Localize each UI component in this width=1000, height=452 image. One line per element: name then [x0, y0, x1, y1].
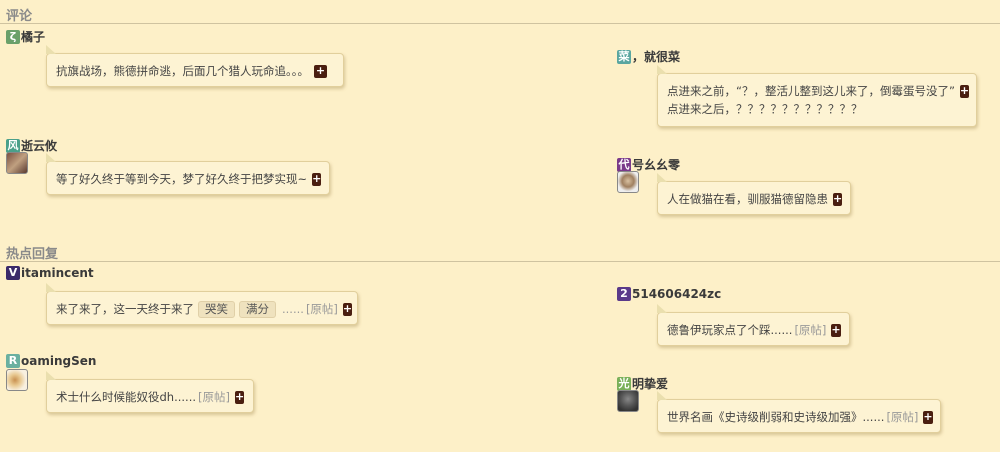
reply-bubble: 世界名画《史诗级削弱和史诗级加强》...... [原帖] + [657, 391, 941, 433]
plus-icon[interactable]: + [923, 410, 933, 424]
section-divider [0, 261, 1000, 262]
comment-text: 人在做猫在看，驯服猫德留隐患 [667, 192, 828, 206]
avatar[interactable] [6, 369, 28, 391]
user-badge: ζ [6, 29, 20, 44]
original-post-link[interactable]: [原帖] [794, 321, 826, 339]
reply-text: 术士什么时候能奴役dh...... [56, 390, 197, 404]
comment-text-line1: 点进来之前，“？，整活儿整到这儿来了，倒霉蛋号没了” [667, 84, 955, 98]
section-title-hot-replies: 热点回复 [6, 247, 59, 262]
plus-icon[interactable]: + [312, 172, 322, 186]
reply-text: 来了来了，这一天终于来了 [56, 302, 194, 316]
reply-bubble: 术士什么时候能奴役dh...... [原帖] + [46, 371, 254, 413]
user-badge: 光 [617, 376, 631, 391]
plus-icon[interactable]: + [342, 302, 353, 316]
avatar[interactable] [617, 171, 639, 193]
plus-icon[interactable]: + [831, 323, 841, 337]
reply-text: 世界名画《史诗级削弱和史诗级加强》...... [667, 410, 885, 424]
user-name-roamingsen[interactable]: R oamingSen [6, 354, 96, 368]
reply-text: 德鲁伊玩家点了个踩...... [667, 323, 793, 337]
user-badge: 代 [617, 157, 631, 172]
username: 号幺幺零 [632, 158, 681, 172]
plus-icon[interactable]: + [959, 84, 970, 98]
user-name-vitamincent[interactable]: V itamincent [6, 266, 94, 280]
user-name-jiuhencai[interactable]: 菜 ，就很菜 [617, 48, 680, 65]
username: itamincent [21, 266, 94, 280]
comment-text: 等了好久终于等到今天，梦了好久终于把梦实现~ [56, 172, 308, 186]
plus-icon[interactable]: + [314, 64, 327, 78]
user-name-orange[interactable]: ζ 橘子 [6, 28, 45, 45]
username: ，就很菜 [632, 50, 681, 64]
original-post-link[interactable]: [原帖] [306, 300, 338, 318]
user-badge: 菜 [617, 49, 631, 64]
user-badge: 风 [6, 138, 20, 153]
original-post-link[interactable]: [原帖] [198, 388, 230, 406]
comment-text-line2: 点进来之后，？？？？？？？？？？？ [667, 102, 863, 116]
emoji-tag: 满分 [239, 300, 276, 318]
plus-icon[interactable]: + [833, 192, 843, 206]
reply-bubble: 德鲁伊玩家点了个踩...... [原帖] + [657, 304, 850, 346]
ellipsis: ...... [282, 302, 304, 316]
comment-bubble: 人在做猫在看，驯服猫德留隐患 + [657, 173, 851, 215]
username: 514606424zc [632, 287, 722, 301]
avatar[interactable] [617, 390, 639, 412]
username: oamingSen [21, 354, 97, 368]
user-badge: R [6, 354, 20, 368]
plus-icon[interactable]: + [235, 390, 245, 404]
reply-bubble: 来了来了，这一天终于来了 哭笑 满分 ...... [原帖] + [46, 283, 358, 325]
section-title-comments: 评论 [6, 9, 33, 24]
emoji-tag: 哭笑 [198, 300, 235, 318]
original-post-link[interactable]: [原帖] [886, 408, 918, 426]
comment-text: 抗旗战场，熊德拼命逃，后面几个猎人玩命追。。。 [56, 64, 309, 78]
avatar[interactable] [6, 152, 28, 174]
comment-bubble: 等了好久终于等到今天，梦了好久终于把梦实现~ + [46, 153, 330, 195]
section-divider [0, 23, 1000, 24]
user-badge: V [6, 266, 20, 280]
comment-bubble: 点进来之前，“？，整活儿整到这儿来了，倒霉蛋号没了” + 点进来之后，？？？？？？… [657, 65, 977, 127]
user-name-514606424zc[interactable]: 2 514606424zc [617, 287, 721, 301]
comment-bubble: 抗旗战场，熊德拼命逃，后面几个猎人玩命追。。。 + [46, 45, 344, 87]
user-badge: 2 [617, 287, 631, 301]
username: 橘子 [21, 30, 46, 44]
